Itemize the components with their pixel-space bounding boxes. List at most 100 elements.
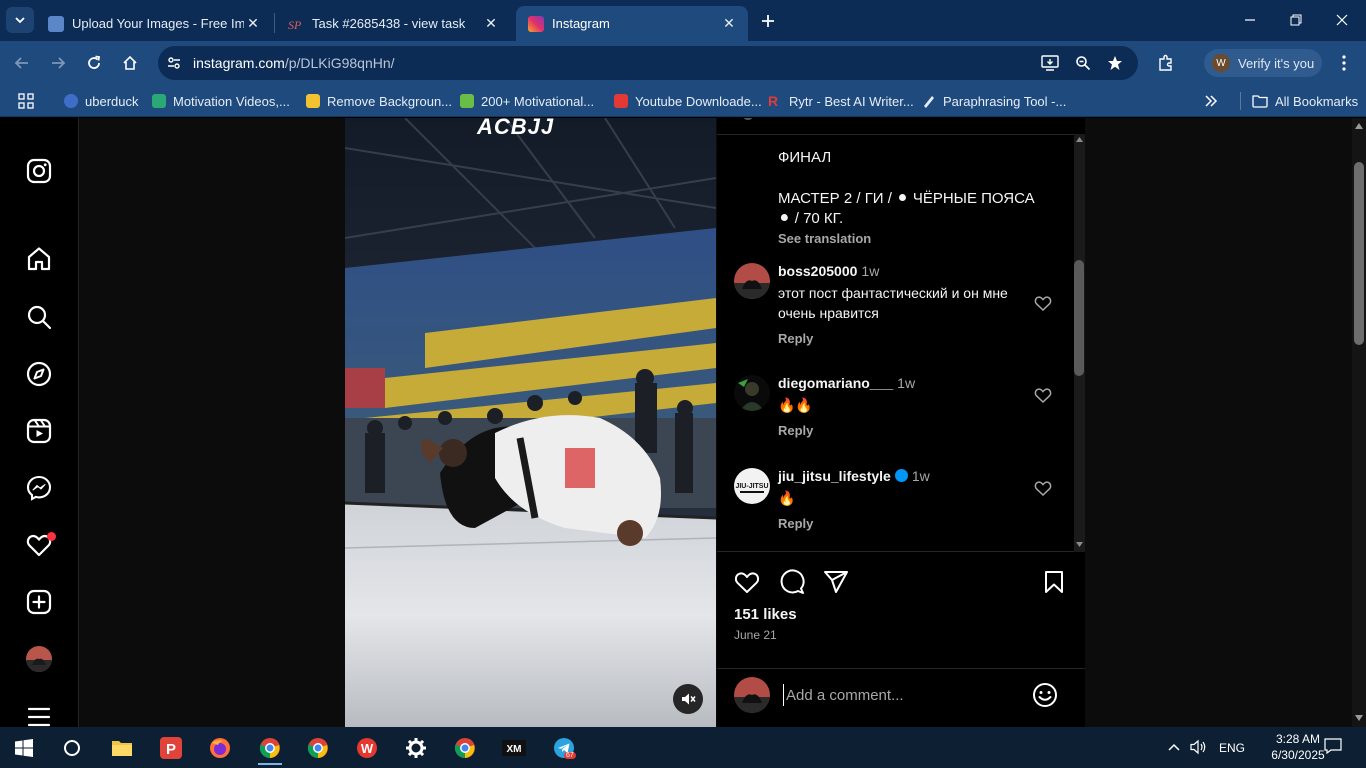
comment-button[interactable]	[778, 568, 806, 596]
close-tab-icon[interactable]: ✕	[482, 15, 500, 33]
comment-input[interactable]	[783, 684, 1023, 706]
home-button[interactable]	[118, 51, 142, 75]
like-comment-button[interactable]	[1033, 385, 1053, 405]
system-clock[interactable]: 3:28 AM 6/30/2025	[1268, 731, 1328, 763]
post-date[interactable]: June 21	[734, 628, 777, 642]
bookmark-motivation-videos[interactable]: Motivation Videos,...	[152, 92, 290, 110]
bookmark-star-button[interactable]	[1103, 51, 1127, 75]
home-icon	[123, 55, 137, 70]
forward-button[interactable]	[46, 51, 70, 75]
nav-more[interactable]	[25, 703, 53, 727]
wps-office-button[interactable]: W	[347, 731, 387, 765]
scroll-up-icon[interactable]	[1355, 123, 1363, 129]
comment-username[interactable]: boss205000 1w	[778, 263, 879, 279]
comment-username[interactable]: jiu_jitsu_lifestyle 1w	[778, 468, 930, 484]
telegram-badge: 67	[564, 752, 576, 759]
restore-button[interactable]	[1284, 8, 1308, 32]
settings-button[interactable]	[396, 731, 436, 765]
post-media[interactable]: ACBJJ	[345, 118, 716, 727]
comments-scrollbar-thumb[interactable]	[1074, 260, 1084, 376]
action-center-button[interactable]	[1324, 738, 1342, 757]
chrome-alt-profile-button[interactable]	[445, 731, 485, 765]
address-bar[interactable]: instagram.com/p/DLKiG98qnHn/	[158, 46, 1138, 80]
profile-button[interactable]: W Verify it's you	[1204, 49, 1322, 77]
tab-task[interactable]: SP Task #2685438 - view task ✕	[276, 6, 510, 41]
xm-app-button[interactable]: XM	[494, 731, 534, 765]
reply-button[interactable]: Reply	[778, 516, 813, 531]
all-bookmarks-button[interactable]: All Bookmarks	[1252, 92, 1358, 110]
reply-button[interactable]: Reply	[778, 331, 813, 346]
like-comment-button[interactable]	[1033, 293, 1053, 313]
scroll-up-icon[interactable]	[1076, 137, 1083, 142]
nav-profile[interactable]	[25, 645, 53, 673]
start-button[interactable]	[4, 731, 44, 765]
bookmark-paraphrasing-tool[interactable]: Paraphrasing Tool -...	[922, 92, 1066, 110]
new-tab-button[interactable]	[756, 9, 780, 33]
chrome-icon	[307, 738, 328, 759]
page-scrollbar-thumb[interactable]	[1354, 162, 1364, 345]
like-comment-button[interactable]	[1033, 478, 1053, 498]
search-button[interactable]	[52, 731, 92, 765]
minimize-button[interactable]	[1238, 8, 1262, 32]
commenter-avatar[interactable]	[734, 263, 770, 299]
paypal-app-button[interactable]: P	[151, 731, 191, 765]
site-info-icon[interactable]	[166, 55, 182, 71]
volume-button[interactable]	[1190, 739, 1208, 758]
zoom-button[interactable]	[1071, 51, 1095, 75]
nav-messages[interactable]	[25, 474, 53, 502]
apps-button[interactable]	[18, 92, 34, 110]
nav-create[interactable]	[25, 588, 53, 616]
svg-text:SP: SP	[288, 18, 302, 32]
heart-icon	[1034, 296, 1052, 311]
nav-explore[interactable]	[25, 360, 53, 388]
show-hidden-icons-button[interactable]	[1168, 740, 1180, 754]
chrome-profile-button[interactable]	[250, 731, 290, 765]
save-post-button[interactable]	[1040, 568, 1068, 596]
close-tab-icon[interactable]: ✕	[244, 15, 262, 33]
commenter-avatar[interactable]	[734, 375, 770, 411]
tab-search-button[interactable]	[6, 7, 34, 33]
chrome-menu-button[interactable]	[1332, 51, 1356, 75]
tab-instagram[interactable]: Instagram ✕	[516, 6, 748, 41]
emoji-picker-button[interactable]	[1031, 681, 1059, 709]
comment-text: этот пост фантастический и он мне очень …	[778, 285, 1008, 321]
modal-overlay[interactable]	[80, 118, 1352, 727]
share-button[interactable]	[822, 568, 850, 596]
reply-button[interactable]: Reply	[778, 423, 813, 438]
telegram-button[interactable]: 67	[544, 731, 584, 765]
page-scrollbar[interactable]	[1352, 118, 1366, 727]
reload-button[interactable]	[82, 51, 106, 75]
bookmark-motivational[interactable]: 200+ Motivational...	[460, 92, 594, 110]
likes-count[interactable]: 151 likes	[734, 606, 797, 623]
input-language[interactable]: ENG	[1219, 741, 1245, 755]
more-bookmarks-button[interactable]	[1204, 92, 1218, 110]
chevron-down-icon	[15, 17, 25, 24]
back-button[interactable]	[10, 51, 34, 75]
close-window-button[interactable]	[1330, 8, 1354, 32]
chrome-button[interactable]	[298, 731, 338, 765]
file-explorer-button[interactable]	[102, 731, 142, 765]
speaker-icon	[1190, 739, 1206, 755]
comment-username[interactable]: diegomariano___ 1w	[778, 375, 915, 391]
bookmark-rytr[interactable]: R Rytr - Best AI Writer...	[768, 92, 914, 110]
bookmark-remove-background[interactable]: Remove Backgroun...	[306, 92, 452, 110]
nav-search[interactable]	[25, 303, 53, 331]
firefox-button[interactable]	[200, 731, 240, 765]
bookmark-uberduck[interactable]: uberduck	[64, 92, 138, 110]
instagram-logo-button[interactable]	[25, 157, 53, 185]
see-translation-link[interactable]: See translation	[778, 231, 871, 246]
nav-reels[interactable]	[25, 417, 53, 445]
mute-button[interactable]	[673, 684, 703, 714]
bookmark-youtube-downloader[interactable]: Youtube Downloade...	[614, 92, 762, 110]
commenter-avatar[interactable]: JIU-JITSU	[734, 468, 770, 504]
nav-home[interactable]	[25, 245, 53, 273]
avatar: W	[1212, 54, 1230, 72]
extensions-button[interactable]	[1154, 51, 1178, 75]
scroll-down-icon[interactable]	[1076, 542, 1083, 547]
scroll-down-icon[interactable]	[1355, 715, 1363, 721]
tab-upload-images[interactable]: Upload Your Images - Free Ima ✕	[36, 6, 272, 41]
plus-icon	[762, 15, 774, 27]
install-app-button[interactable]	[1038, 51, 1062, 75]
close-tab-icon[interactable]: ✕	[720, 15, 738, 33]
like-post-button[interactable]	[733, 568, 761, 596]
